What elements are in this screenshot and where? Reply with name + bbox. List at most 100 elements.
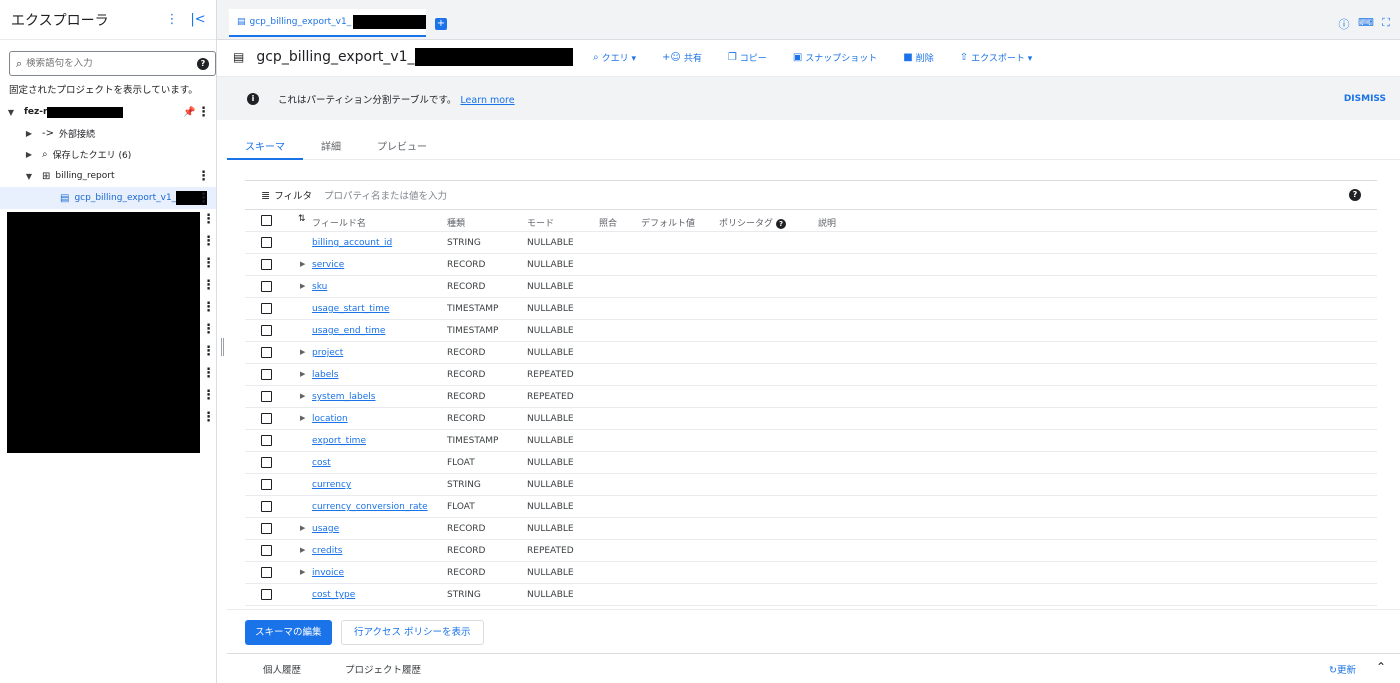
- field-name-link[interactable]: system_labels: [312, 392, 376, 402]
- row-checkbox[interactable]: [261, 545, 272, 556]
- help-icon[interactable]: ?: [1349, 189, 1361, 201]
- row-checkbox[interactable]: [261, 501, 272, 512]
- expand-arrow-icon[interactable]: ▶: [300, 348, 305, 356]
- filter-input[interactable]: プロパティ名または値を入力: [324, 188, 447, 202]
- search-input[interactable]: [26, 58, 197, 69]
- add-tab-button[interactable]: +: [435, 18, 447, 30]
- tab-preview[interactable]: プレビュー: [359, 132, 445, 160]
- edit-schema-button[interactable]: スキーマの編集: [245, 620, 332, 645]
- more-vert-icon[interactable]: ⋮: [202, 212, 215, 234]
- help-icon[interactable]: ?: [197, 57, 209, 70]
- refresh-button[interactable]: ↻更新: [1329, 662, 1356, 676]
- tab-table[interactable]: ▤ gcp_billing_export_v1_: [229, 9, 426, 37]
- field-name-link[interactable]: labels: [312, 370, 338, 380]
- chevron-down-icon[interactable]: ▼: [6, 108, 16, 117]
- header-field-name[interactable]: フィールド名: [312, 216, 366, 229]
- snapshot-button[interactable]: ▣ スナップショット: [793, 51, 877, 64]
- field-name-link[interactable]: cost: [312, 458, 331, 468]
- row-checkbox[interactable]: [261, 479, 272, 490]
- learn-more-link[interactable]: Learn more: [460, 95, 514, 106]
- project-row[interactable]: ▼ fez-r 📌 ⋮: [0, 102, 216, 122]
- more-vert-icon[interactable]: ⋮: [202, 256, 215, 278]
- copy-button[interactable]: ❐ コピー: [728, 51, 767, 64]
- expand-arrow-icon[interactable]: ▶: [300, 370, 305, 378]
- field-name-link[interactable]: cost_type: [312, 590, 355, 600]
- chevron-up-icon[interactable]: ⌃: [1376, 660, 1386, 674]
- field-name-link[interactable]: project: [312, 348, 343, 358]
- sort-icon[interactable]: ⇅: [298, 214, 306, 224]
- more-vert-icon[interactable]: ⋮: [202, 366, 215, 388]
- expand-arrow-icon[interactable]: ▶: [300, 414, 305, 422]
- row-checkbox[interactable]: [261, 347, 272, 358]
- row-checkbox[interactable]: [261, 259, 272, 270]
- query-button[interactable]: ⌕ クエリ ▾: [593, 51, 636, 64]
- tree-item-saved-queries[interactable]: ▶ ⌕ 保存したクエリ (6): [0, 144, 216, 164]
- expand-arrow-icon[interactable]: ▶: [300, 546, 305, 554]
- filter-bar[interactable]: ≣ フィルタ プロパティ名または値を入力 ?: [245, 180, 1377, 210]
- expand-arrow-icon[interactable]: ▶: [300, 392, 305, 400]
- select-all-checkbox[interactable]: [261, 215, 272, 226]
- row-checkbox[interactable]: [261, 325, 272, 336]
- field-name-link[interactable]: sku: [312, 282, 327, 292]
- info-icon[interactable]: ⓘ: [1337, 16, 1351, 31]
- expand-arrow-icon[interactable]: ▶: [300, 568, 305, 576]
- row-checkbox[interactable]: [261, 369, 272, 380]
- tree-item-dataset[interactable]: ▼ ⊞ billing_report ⋮: [0, 166, 216, 186]
- chevron-down-icon[interactable]: ▼: [24, 172, 34, 181]
- row-checkbox[interactable]: [261, 589, 272, 600]
- more-vert-icon[interactable]: ⋮: [202, 344, 215, 366]
- row-checkbox[interactable]: [261, 281, 272, 292]
- row-checkbox[interactable]: [261, 523, 272, 534]
- export-button[interactable]: ⇧ エクスポート ▾: [960, 51, 1033, 64]
- delete-button[interactable]: ■ 削除: [903, 51, 933, 64]
- more-vert-icon[interactable]: ⋮: [202, 410, 215, 432]
- field-name-link[interactable]: usage: [312, 524, 339, 534]
- keyboard-icon[interactable]: ⌨: [1358, 16, 1374, 30]
- more-vert-icon[interactable]: ⋮: [202, 278, 215, 300]
- more-vert-icon[interactable]: ⋮: [202, 300, 215, 322]
- row-checkbox[interactable]: [261, 237, 272, 248]
- more-vert-icon[interactable]: ⋮: [162, 10, 182, 30]
- expand-arrow-icon[interactable]: ▶: [300, 260, 305, 268]
- expand-arrow-icon[interactable]: ▶: [300, 524, 305, 532]
- dismiss-button[interactable]: DISMISS: [1344, 94, 1386, 104]
- field-name-link[interactable]: usage_end_time: [312, 326, 385, 336]
- field-name-link[interactable]: usage_start_time: [312, 304, 389, 314]
- field-name-link[interactable]: service: [312, 260, 344, 270]
- row-checkbox[interactable]: [261, 567, 272, 578]
- pin-icon[interactable]: 📌: [183, 107, 195, 118]
- help-icon[interactable]: ?: [776, 219, 787, 229]
- more-vert-icon[interactable]: ⋮: [197, 105, 210, 120]
- more-vert-icon[interactable]: ⋮: [202, 322, 215, 344]
- field-name-link[interactable]: credits: [312, 546, 342, 556]
- row-access-button[interactable]: 行アクセス ポリシーを表示: [341, 620, 484, 645]
- tree-item-external[interactable]: ▶ -> 外部接続: [0, 123, 216, 143]
- more-vert-icon[interactable]: ⋮: [202, 234, 215, 256]
- fullscreen-icon[interactable]: ⛶: [1379, 16, 1393, 30]
- more-vert-icon[interactable]: ⋮: [202, 388, 215, 410]
- expand-arrow-icon[interactable]: ▶: [300, 282, 305, 290]
- more-vert-icon[interactable]: ⋮: [197, 191, 210, 206]
- row-checkbox[interactable]: [261, 435, 272, 446]
- tab-personal-history[interactable]: 個人履歴: [263, 662, 301, 676]
- field-name-link[interactable]: export_time: [312, 436, 366, 446]
- row-checkbox[interactable]: [261, 413, 272, 424]
- field-name-link[interactable]: invoice: [312, 568, 344, 578]
- panel-resize-handle[interactable]: [221, 338, 224, 356]
- chevron-right-icon[interactable]: ▶: [24, 129, 34, 138]
- row-checkbox[interactable]: [261, 391, 272, 402]
- tree-item-table[interactable]: ▤ gcp_billing_export_v1_ ⋮: [0, 187, 216, 209]
- field-name-link[interactable]: currency_conversion_rate: [312, 502, 428, 512]
- tab-project-history[interactable]: プロジェクト履歴: [345, 662, 421, 676]
- tab-schema[interactable]: スキーマ: [227, 132, 303, 160]
- more-vert-icon[interactable]: ⋮: [197, 169, 210, 184]
- explorer-search[interactable]: ⌕ ?: [9, 51, 216, 76]
- tab-details[interactable]: 詳細: [303, 132, 359, 160]
- field-name-link[interactable]: billing_account_id: [312, 238, 392, 248]
- field-name-link[interactable]: currency: [312, 480, 351, 490]
- row-checkbox[interactable]: [261, 303, 272, 314]
- share-button[interactable]: +☺ 共有: [662, 51, 702, 64]
- collapse-panel-icon[interactable]: |<: [188, 10, 208, 30]
- row-checkbox[interactable]: [261, 457, 272, 468]
- field-name-link[interactable]: location: [312, 414, 348, 424]
